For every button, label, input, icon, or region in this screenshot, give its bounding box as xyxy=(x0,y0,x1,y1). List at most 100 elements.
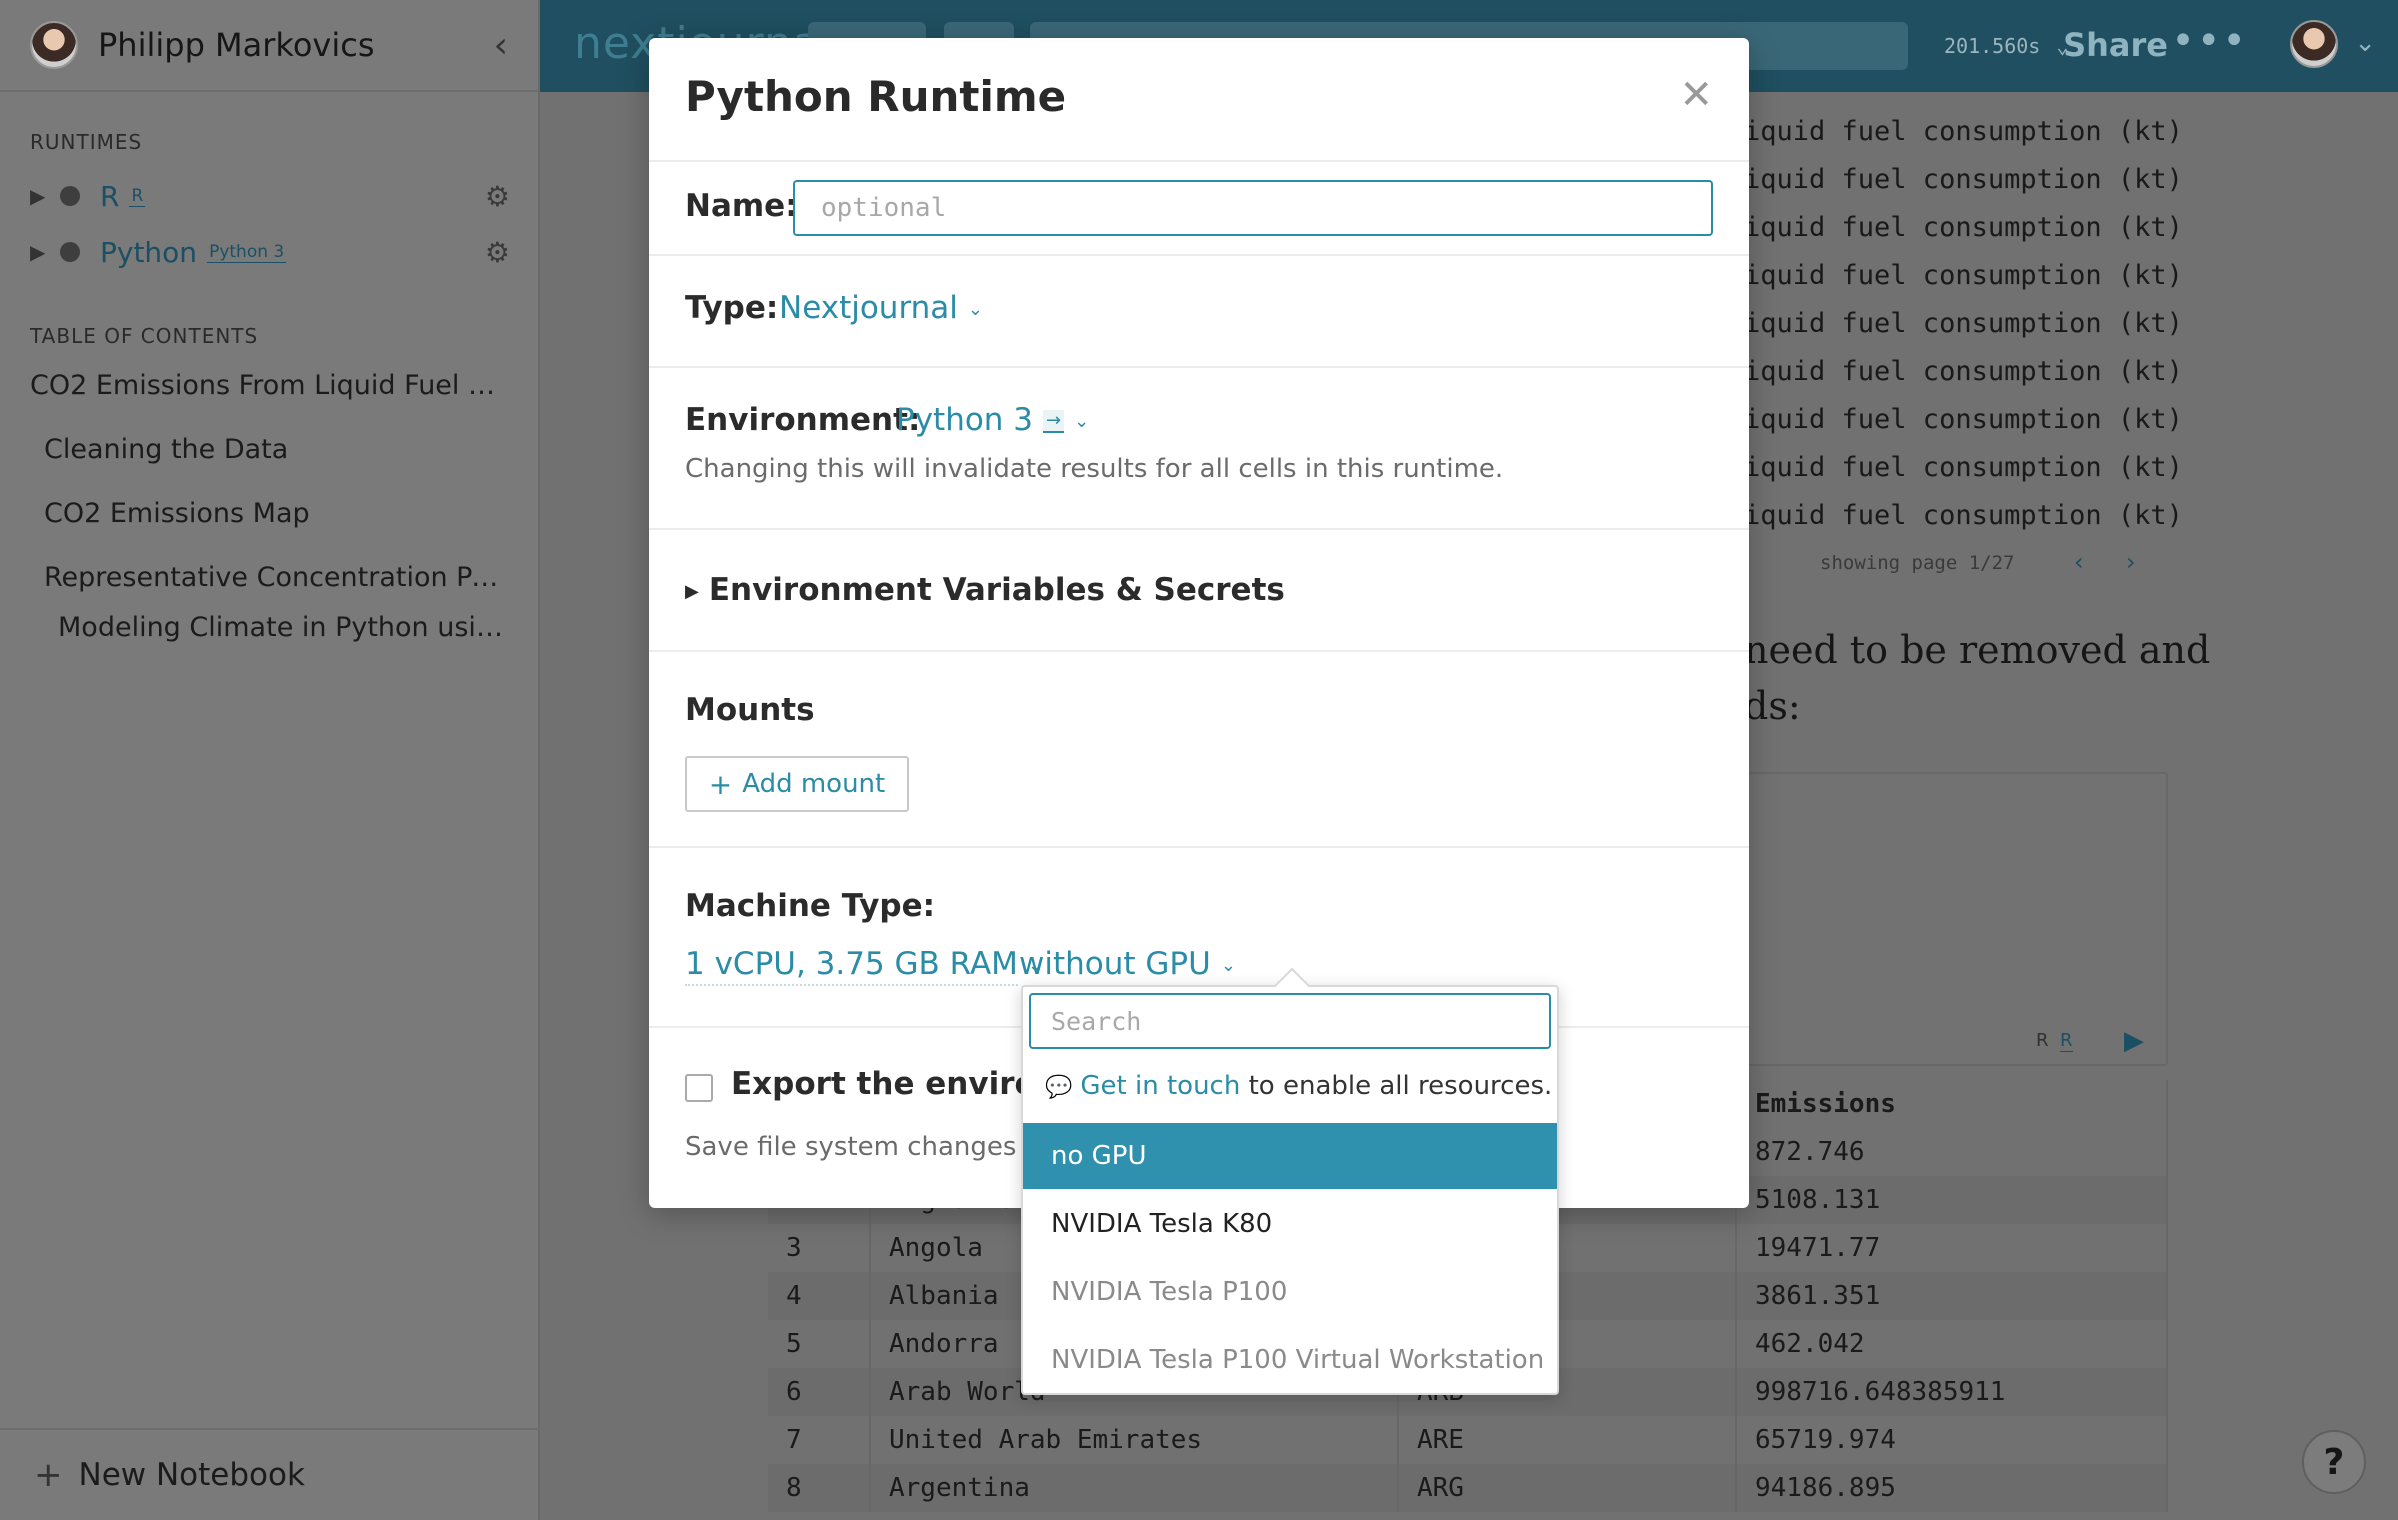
emissions-cell: 462.042 xyxy=(1736,1320,2168,1368)
type-value: Nextjournal xyxy=(779,290,958,326)
chevron-down-icon[interactable]: ⌄ xyxy=(2354,28,2376,58)
runtime-name[interactable]: R xyxy=(100,180,119,213)
gpu-dropdown[interactable]: without GPU ⌄ xyxy=(1019,946,1236,982)
collapse-sidebar-icon[interactable]: ‹ xyxy=(494,25,508,66)
machine-type-label: Machine Type: xyxy=(685,888,936,924)
emissions-cell: 19471.77 xyxy=(1736,1224,2168,1272)
next-page-icon[interactable]: › xyxy=(2126,548,2136,576)
chevron-down-icon: ⌄ xyxy=(967,299,983,320)
type-dropdown[interactable]: Nextjournal ⌄ xyxy=(779,290,983,326)
table-cell: iquid fuel consumption (kt) xyxy=(1744,452,2183,483)
add-mount-button[interactable]: + Add mount xyxy=(685,756,909,812)
gpu-option-tesla-p100-vws[interactable]: NVIDIA Tesla P100 Virtual Workstation xyxy=(1023,1327,1557,1393)
table-cell: iquid fuel consumption (kt) xyxy=(1744,260,2183,291)
emissions-cell: 3861.351 xyxy=(1736,1272,2168,1320)
row-index: 3 xyxy=(768,1224,871,1272)
help-button[interactable]: ? xyxy=(2302,1430,2366,1494)
divider xyxy=(649,160,1749,162)
resources-hint: 💬 Get in touch to enable all resources. xyxy=(1045,1071,1552,1101)
runtime-timer: 201.560s ⌄ xyxy=(1930,22,2082,70)
table-cell: iquid fuel consumption (kt) xyxy=(1744,308,2183,339)
runtimes-section-title: RUNTIMES xyxy=(30,130,143,154)
machine-type-dropdown[interactable]: 1 vCPU, 3.75 GB RAM ⌄ xyxy=(685,946,1043,986)
run-cell-icon[interactable]: ▶ xyxy=(2124,1026,2144,1056)
close-icon[interactable]: ✕ xyxy=(1679,72,1713,118)
more-options-icon[interactable]: ••• xyxy=(2171,18,2248,64)
divider xyxy=(649,254,1749,256)
new-notebook-label: New Notebook xyxy=(78,1457,305,1493)
plus-icon: + xyxy=(34,1455,63,1495)
toc-item[interactable]: CO2 Emissions Map xyxy=(44,498,524,529)
row-index: 5 xyxy=(768,1320,871,1368)
name-label: Name: xyxy=(685,188,798,224)
open-environment-icon[interactable]: → xyxy=(1043,410,1065,433)
new-notebook-button[interactable]: + New Notebook xyxy=(0,1428,540,1520)
toc-item[interactable]: Modeling Climate in Python using... xyxy=(58,612,510,643)
export-environment-label[interactable]: Export the environm xyxy=(731,1066,1021,1102)
cell-runtime-badge[interactable]: R xyxy=(2060,1030,2073,1052)
emissions-cell: 998716.648385911 xyxy=(1736,1368,2168,1416)
table-row: 7 United Arab Emirates ARE 65719.974 xyxy=(768,1416,2168,1464)
runtime-python[interactable]: ▶ Python Python 3 ⚙ xyxy=(30,232,510,272)
chat-icon: 💬 xyxy=(1045,1075,1073,1100)
add-mount-label: Add mount xyxy=(742,769,886,799)
prose-text: need to be removed and xyxy=(1744,628,2211,672)
save-filesystem-note: Save file system changes a xyxy=(685,1132,1021,1162)
table-cell: iquid fuel consumption (kt) xyxy=(1744,356,2183,387)
dialog-title: Python Runtime xyxy=(685,72,1067,121)
emissions-cell: 872.746 xyxy=(1736,1128,2168,1176)
hint-text: to enable all resources. xyxy=(1240,1071,1553,1101)
sidebar: Philipp Markovics ‹ RUNTIMES ▶ R R ⚙ ▶ P… xyxy=(0,0,540,1520)
emissions-cell: 65719.974 xyxy=(1736,1416,2168,1464)
gpu-dropdown-menu: 💬 Get in touch to enable all resources. n… xyxy=(1021,967,1559,1395)
export-environment-checkbox[interactable] xyxy=(685,1074,713,1102)
sidebar-header: Philipp Markovics ‹ xyxy=(0,0,538,92)
divider xyxy=(649,366,1749,368)
gpu-search-input[interactable] xyxy=(1029,993,1551,1049)
row-index: 4 xyxy=(768,1272,871,1320)
runtime-status-dot xyxy=(60,242,80,262)
table-cell: iquid fuel consumption (kt) xyxy=(1744,116,2183,147)
runtime-name[interactable]: Python xyxy=(100,236,197,269)
gpu-option-no-gpu[interactable]: no GPU xyxy=(1023,1123,1557,1189)
topbar-user-avatar[interactable] xyxy=(2290,20,2338,68)
env-vars-toggle[interactable]: ▶ Environment Variables & Secrets xyxy=(685,572,1285,608)
machine-type-value: 1 vCPU, 3.75 GB RAM xyxy=(685,946,1018,986)
divider xyxy=(649,846,1749,848)
type-label: Type: xyxy=(685,290,779,326)
runtime-settings-gear-icon[interactable]: ⚙ xyxy=(485,236,510,269)
row-index: 7 xyxy=(768,1416,871,1464)
prev-page-icon[interactable]: ‹ xyxy=(2074,548,2084,576)
runtime-settings-gear-icon[interactable]: ⚙ xyxy=(485,180,510,213)
country-cell: United Arab Emirates xyxy=(870,1416,1399,1464)
toc-section-title: TABLE OF CONTENTS xyxy=(30,324,259,348)
plus-icon: + xyxy=(708,767,733,801)
user-avatar[interactable] xyxy=(30,21,78,69)
table-row: 8 Argentina ARG 94186.895 xyxy=(768,1464,2168,1512)
toc-item[interactable]: Cleaning the Data xyxy=(44,434,524,465)
environment-dropdown[interactable]: Python 3 → ⌄ xyxy=(896,402,1089,438)
get-in-touch-link[interactable]: Get in touch xyxy=(1080,1071,1240,1101)
row-index: 8 xyxy=(768,1464,871,1512)
caret-right-icon: ▶ xyxy=(685,581,699,602)
toc-item[interactable]: CO2 Emissions From Liquid Fuel Con... xyxy=(30,370,510,401)
runtime-badge: Python 3 xyxy=(207,241,287,263)
expand-caret-icon[interactable]: ▶ xyxy=(30,240,60,264)
environment-label: Environment: xyxy=(685,402,921,438)
runtime-name-input[interactable] xyxy=(793,180,1713,236)
gpu-option-tesla-p100[interactable]: NVIDIA Tesla P100 xyxy=(1023,1259,1557,1325)
divider xyxy=(649,528,1749,530)
timer-value: 201.560s xyxy=(1944,34,2041,58)
share-button[interactable]: Share xyxy=(2063,26,2168,64)
runtime-r[interactable]: ▶ R R ⚙ xyxy=(30,176,510,216)
runtime-badge: R xyxy=(129,185,146,207)
table-cell: iquid fuel consumption (kt) xyxy=(1744,404,2183,435)
toc-item[interactable]: Representative Concentration Path... xyxy=(44,562,510,593)
prose-text: ds: xyxy=(1744,684,1801,728)
expand-caret-icon[interactable]: ▶ xyxy=(30,184,60,208)
gpu-option-tesla-k80[interactable]: NVIDIA Tesla K80 xyxy=(1023,1191,1557,1257)
emissions-cell: 94186.895 xyxy=(1736,1464,2168,1512)
divider xyxy=(649,650,1749,652)
emissions-cell: 5108.131 xyxy=(1736,1176,2168,1224)
sidebar-username[interactable]: Philipp Markovics xyxy=(98,26,494,64)
